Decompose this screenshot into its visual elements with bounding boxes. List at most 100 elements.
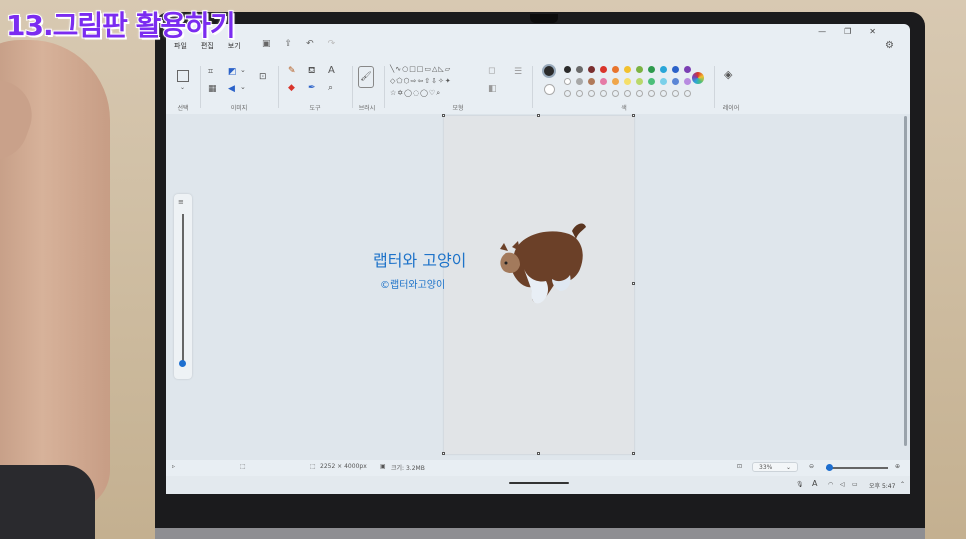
empty-color-swatch[interactable]	[636, 90, 643, 97]
group-label-colors: 색	[621, 105, 627, 112]
color-swatch[interactable]	[636, 78, 643, 85]
active-color-2[interactable]	[544, 84, 555, 95]
resize-handle[interactable]	[632, 282, 635, 285]
layers-icon[interactable]: ◈	[724, 68, 732, 81]
magnifier-icon[interactable]: ⌕	[328, 83, 333, 93]
color-swatch[interactable]	[588, 66, 595, 73]
resize-icon[interactable]: ◩	[228, 67, 237, 77]
shape-outline-icon[interactable]: ◻	[488, 66, 495, 76]
color-swatch[interactable]	[684, 78, 691, 85]
undo-icon[interactable]: ↶	[306, 39, 314, 49]
resize-handle[interactable]	[442, 452, 445, 455]
volume-icon[interactable]: ◁	[840, 481, 845, 488]
color-swatch[interactable]	[684, 66, 691, 73]
color-swatch[interactable]	[576, 78, 583, 85]
eraser-icon[interactable]: ◆	[288, 83, 295, 93]
shape-size-icon[interactable]: ☰	[514, 67, 522, 77]
zoom-in-icon[interactable]: ⊕	[895, 463, 900, 470]
color-picker-icon[interactable]: ✒	[308, 83, 316, 93]
slider-track	[182, 214, 184, 364]
color-swatch[interactable]	[624, 78, 631, 85]
color-swatch[interactable]	[564, 66, 571, 73]
zoom-select[interactable]: 33% ⌄	[752, 462, 798, 472]
wifi-icon[interactable]: ◠	[828, 481, 833, 488]
color-swatch[interactable]	[588, 78, 595, 85]
minimize-icon[interactable]: —	[818, 27, 826, 36]
canvas-text-sub[interactable]: ©랩터와고양이	[380, 276, 445, 291]
empty-color-swatch[interactable]	[660, 90, 667, 97]
edit-colors-icon[interactable]	[692, 72, 704, 84]
ime-indicator[interactable]: A	[812, 479, 817, 488]
color-swatch[interactable]	[600, 66, 607, 73]
color-swatch[interactable]	[612, 66, 619, 73]
flip-dropdown-icon[interactable]: ⌄	[240, 83, 246, 91]
rotate-icon[interactable]: ▦	[208, 84, 217, 94]
color-swatch[interactable]	[564, 78, 571, 85]
fill-bucket-icon[interactable]: ⛾	[308, 66, 315, 77]
canvas-text-main[interactable]: 랩터와 고양이	[373, 247, 466, 271]
color-swatch[interactable]	[636, 66, 643, 73]
shapes-row-3-icons[interactable]: ☆✡◯◌◯♡⌕	[390, 89, 441, 98]
ribbon-separator	[532, 66, 533, 108]
color-swatch[interactable]	[660, 78, 667, 85]
crop-icon[interactable]: ⌗	[208, 67, 213, 77]
empty-color-swatch[interactable]	[600, 90, 607, 97]
group-label-select: 선택	[177, 105, 189, 112]
empty-color-swatch[interactable]	[588, 90, 595, 97]
empty-color-swatch[interactable]	[684, 90, 691, 97]
color-swatch[interactable]	[672, 78, 679, 85]
empty-color-swatch[interactable]	[648, 90, 655, 97]
resize-dropdown-icon[interactable]: ⌄	[240, 66, 246, 74]
close-icon[interactable]: ✕	[869, 27, 876, 36]
clock[interactable]: 오후 5:47	[869, 481, 895, 490]
brush-icon[interactable]: 🖌	[358, 66, 374, 88]
file-size-icon: ▣	[380, 463, 386, 470]
empty-color-swatch[interactable]	[564, 90, 571, 97]
zoom-slider-track[interactable]	[826, 467, 888, 469]
pencil-icon[interactable]: ✎	[288, 66, 296, 76]
color-swatch[interactable]	[576, 66, 583, 73]
redo-icon[interactable]: ↷	[328, 39, 336, 49]
settings-gear-icon[interactable]: ⚙	[885, 40, 894, 51]
resize-handle[interactable]	[537, 114, 540, 117]
resize-handle[interactable]	[442, 114, 445, 117]
empty-color-swatch[interactable]	[624, 90, 631, 97]
group-tools: ✎ ⛾ A ◆ ✒ ⌕ 도구	[282, 62, 348, 114]
empty-color-swatch[interactable]	[672, 90, 679, 97]
shapes-row-2-icons[interactable]: ◇⬠⬡⇨⇦⇧⇩✧✦	[390, 77, 452, 85]
chevron-up-icon[interactable]: ⌃	[900, 481, 905, 488]
battery-icon[interactable]: ▭	[852, 481, 858, 488]
color-swatch[interactable]	[672, 66, 679, 73]
brush-size-slider[interactable]: ≡	[174, 194, 192, 379]
resize-handle[interactable]	[537, 452, 540, 455]
flip-icon[interactable]: ◀	[228, 84, 235, 94]
zoom-slider-knob[interactable]	[826, 464, 833, 471]
zoom-out-icon[interactable]: ⊖	[809, 463, 814, 470]
shape-fill-icon[interactable]: ◧	[488, 84, 497, 94]
empty-color-swatch[interactable]	[576, 90, 583, 97]
empty-color-swatch[interactable]	[612, 90, 619, 97]
save-icon[interactable]: ▣	[262, 39, 271, 49]
color-swatch[interactable]	[648, 78, 655, 85]
maximize-icon[interactable]: ❐	[844, 27, 851, 36]
slider-knob[interactable]	[179, 360, 186, 367]
color-swatch[interactable]	[648, 66, 655, 73]
color-swatch[interactable]	[624, 66, 631, 73]
active-color-1[interactable]	[542, 64, 556, 78]
color-swatch[interactable]	[660, 66, 667, 73]
color-swatch[interactable]	[600, 78, 607, 85]
shapes-row-1-icons[interactable]: ╲∿○□□▭△◺▱	[390, 65, 451, 73]
color-swatch[interactable]	[612, 78, 619, 85]
select-dropdown-icon[interactable]: ⌄	[180, 84, 185, 91]
share-icon[interactable]: ⇪	[285, 39, 293, 49]
select-rect-icon[interactable]	[177, 70, 189, 82]
resize-handle[interactable]	[632, 114, 635, 117]
resize-handle[interactable]	[632, 452, 635, 455]
group-shapes: ╲∿○□□▭△◺▱ ◇⬠⬡⇨⇦⇧⇩✧✦ ☆✡◯◌◯♡⌕ ◻ ◧ ☰ 모형	[388, 62, 528, 114]
vertical-scrollbar[interactable]	[904, 116, 907, 446]
fit-to-window-icon[interactable]: ⊡	[737, 463, 742, 470]
text-tool-icon[interactable]: A	[328, 65, 335, 76]
microphone-icon[interactable]: 🎙	[796, 481, 804, 488]
status-bar: ▹ ⬚ ⬚ 2252 × 4000px ▣ 크기: 3.2MB ⊡ 33% ⌄ …	[166, 460, 910, 476]
image-select-icon[interactable]: ⊡	[259, 72, 267, 82]
